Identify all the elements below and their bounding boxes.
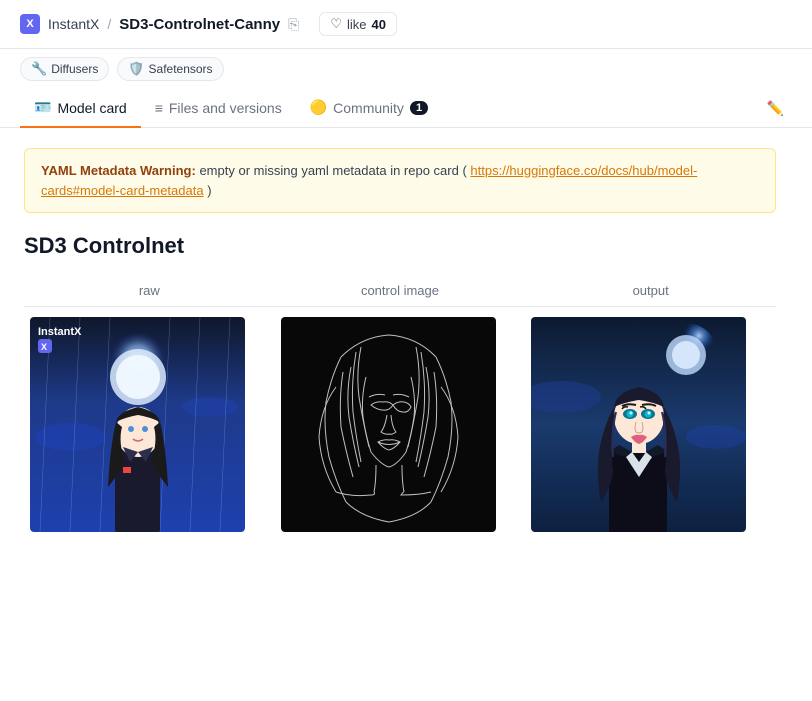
raw-image-svg: InstantX X: [30, 317, 245, 532]
community-tab-icon: 🟡: [310, 99, 327, 116]
tab-community[interactable]: 🟡 Community 1: [296, 89, 442, 128]
tab-model-card[interactable]: 🪪 Model card: [20, 89, 141, 128]
table-row: InstantX X: [24, 307, 776, 543]
main-content: YAML Metadata Warning: empty or missing …: [0, 128, 800, 562]
tag-diffusers-label: Diffusers: [51, 62, 98, 76]
heart-icon: ♡: [330, 16, 342, 32]
svg-text:InstantX: InstantX: [38, 326, 82, 338]
model-title: SD3 Controlnet: [24, 233, 776, 259]
col-header-output: output: [525, 283, 776, 307]
tag-diffusers[interactable]: 🔧 Diffusers: [20, 57, 109, 81]
col-header-control: control image: [275, 283, 526, 307]
tab-files-versions[interactable]: ≡ Files and versions: [141, 90, 296, 128]
repo-name[interactable]: SD3-Controlnet-Canny: [119, 16, 280, 33]
control-image: [281, 317, 496, 532]
warning-message: empty or missing yaml metadata in repo c…: [199, 163, 466, 178]
raw-image: InstantX X: [30, 317, 245, 532]
breadcrumb-separator: /: [107, 16, 111, 32]
cell-output: [525, 307, 776, 543]
files-versions-tab-label: Files and versions: [169, 100, 282, 116]
image-comparison-table: raw control image output: [24, 283, 776, 542]
output-image: [531, 317, 746, 532]
files-versions-tab-icon: ≡: [155, 100, 163, 116]
like-count: 40: [371, 17, 385, 32]
page-header: X InstantX / SD3-Controlnet-Canny ⎘ ♡ li…: [0, 0, 812, 49]
control-image-svg: [281, 317, 496, 532]
diffusers-icon: 🔧: [31, 61, 47, 77]
warning-prefix: YAML Metadata Warning:: [41, 163, 196, 178]
org-name[interactable]: InstantX: [48, 16, 99, 32]
cell-raw: InstantX X: [24, 307, 275, 543]
tag-safetensors-label: Safetensors: [149, 62, 213, 76]
tags-row: 🔧 Diffusers 🛡️ Safetensors: [0, 49, 812, 89]
yaml-warning-banner: YAML Metadata Warning: empty or missing …: [24, 148, 776, 213]
model-card-tab-label: Model card: [57, 100, 126, 116]
safetensors-icon: 🛡️: [128, 61, 144, 77]
copy-icon[interactable]: ⎘: [288, 16, 299, 33]
cell-control: [275, 307, 526, 543]
col-header-raw: raw: [24, 283, 275, 307]
output-image-svg: [531, 317, 746, 532]
like-button[interactable]: ♡ like 40: [319, 12, 397, 36]
svg-text:X: X: [41, 342, 47, 352]
tabs-row: 🪪 Model card ≡ Files and versions 🟡 Comm…: [0, 89, 812, 128]
org-icon: X: [20, 14, 40, 34]
table-header-row: raw control image output: [24, 283, 776, 307]
community-badge: 1: [410, 101, 428, 115]
like-label: like: [347, 17, 367, 32]
model-card-tab-icon: 🪪: [34, 99, 51, 116]
warning-suffix: ): [207, 183, 211, 198]
edit-icon[interactable]: ✏️: [759, 92, 792, 125]
tag-safetensors[interactable]: 🛡️ Safetensors: [117, 57, 223, 81]
community-tab-label: Community: [333, 100, 404, 116]
